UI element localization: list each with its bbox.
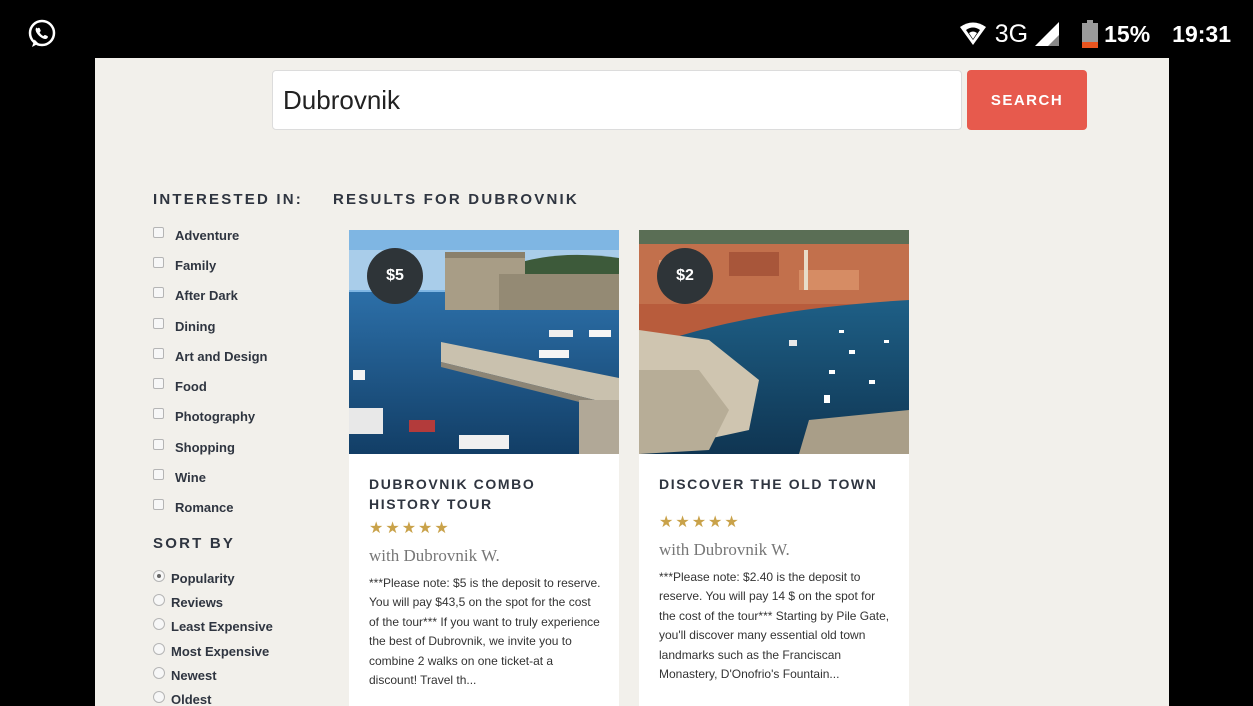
sort-options-list: Popularity Reviews Least Expensive Most … (153, 566, 273, 706)
tour-title[interactable]: DISCOVER THE OLD TOWN (659, 474, 899, 494)
tour-description: ***Please note: $2.40 is the deposit to … (659, 570, 890, 682)
filter-family[interactable]: Family (153, 250, 267, 280)
sort-most-expensive[interactable]: Most Expensive (153, 639, 273, 663)
status-bar: 3G 15% 19:31 (0, 0, 1253, 58)
guide-name: with Dubrovnik W. (369, 546, 500, 565)
sort-heading: SORT BY (153, 535, 236, 552)
tour-card[interactable]: $2 DISCOVER THE OLD TOWN ★★★★★ with Dubr… (639, 230, 909, 706)
rating-stars: ★★★★★ (659, 514, 741, 531)
network-type: 3G (994, 20, 1029, 48)
radio[interactable] (153, 691, 165, 704)
radio-selected[interactable] (153, 569, 165, 582)
radio[interactable] (153, 642, 165, 655)
search-input[interactable] (272, 70, 962, 130)
checkbox[interactable] (153, 256, 164, 268)
price-badge: $5 (367, 248, 423, 304)
wifi-icon (959, 22, 986, 45)
battery-percent: 15% (1104, 21, 1151, 47)
search-button[interactable]: SEARCH (967, 70, 1087, 130)
sort-newest[interactable]: Newest (153, 663, 273, 687)
filter-shopping[interactable]: Shopping (153, 432, 267, 462)
tour-photo[interactable]: $2 (639, 230, 909, 454)
filter-food[interactable]: Food (153, 371, 267, 401)
checkbox[interactable] (153, 378, 164, 390)
checkbox[interactable] (153, 226, 164, 238)
radio[interactable] (153, 666, 165, 679)
filter-art-and-design[interactable]: Art and Design (153, 341, 267, 371)
interest-filter-list: Adventure Family After Dark Dining Art a… (153, 220, 267, 523)
filter-after-dark[interactable]: After Dark (153, 281, 267, 311)
checkbox[interactable] (153, 469, 164, 481)
battery-icon (1082, 20, 1099, 48)
tour-card[interactable]: $5 DUBROVNIK COMBO HISTORY TOUR ★★★★★ wi… (349, 230, 619, 706)
results-heading: RESULTS FOR DUBROVNIK (333, 191, 579, 208)
checkbox[interactable] (153, 438, 164, 450)
clock: 19:31 (1172, 21, 1231, 47)
filter-adventure[interactable]: Adventure (153, 220, 267, 250)
signal-icon (1035, 22, 1060, 46)
checkbox[interactable] (153, 408, 164, 420)
filter-wine[interactable]: Wine (153, 462, 267, 492)
checkbox[interactable] (153, 287, 164, 299)
checkbox[interactable] (153, 347, 164, 359)
filter-dining[interactable]: Dining (153, 311, 267, 341)
tour-description: ***Please note: $5 is the deposit to res… (369, 576, 601, 688)
radio[interactable] (153, 618, 165, 631)
web-page: SEARCH INTERESTED IN: Adventure Family A… (95, 58, 1169, 706)
status-indicators: 3G 15% 19:31 (959, 19, 1231, 49)
interests-heading: INTERESTED IN: (153, 191, 303, 208)
whatsapp-icon (28, 19, 56, 47)
sort-oldest[interactable]: Oldest (153, 687, 273, 706)
sort-reviews[interactable]: Reviews (153, 590, 273, 614)
tour-title[interactable]: DUBROVNIK COMBO HISTORY TOUR (369, 474, 609, 514)
guide-name: with Dubrovnik W. (659, 540, 790, 559)
checkbox[interactable] (153, 499, 164, 511)
sort-least-expensive[interactable]: Least Expensive (153, 615, 273, 639)
filter-photography[interactable]: Photography (153, 402, 267, 432)
price-badge: $2 (657, 248, 713, 304)
tour-photo[interactable]: $5 (349, 230, 619, 454)
rating-stars: ★★★★★ (369, 520, 451, 537)
radio[interactable] (153, 593, 165, 606)
sort-popularity[interactable]: Popularity (153, 566, 273, 590)
checkbox[interactable] (153, 317, 164, 329)
filter-romance[interactable]: Romance (153, 493, 267, 523)
